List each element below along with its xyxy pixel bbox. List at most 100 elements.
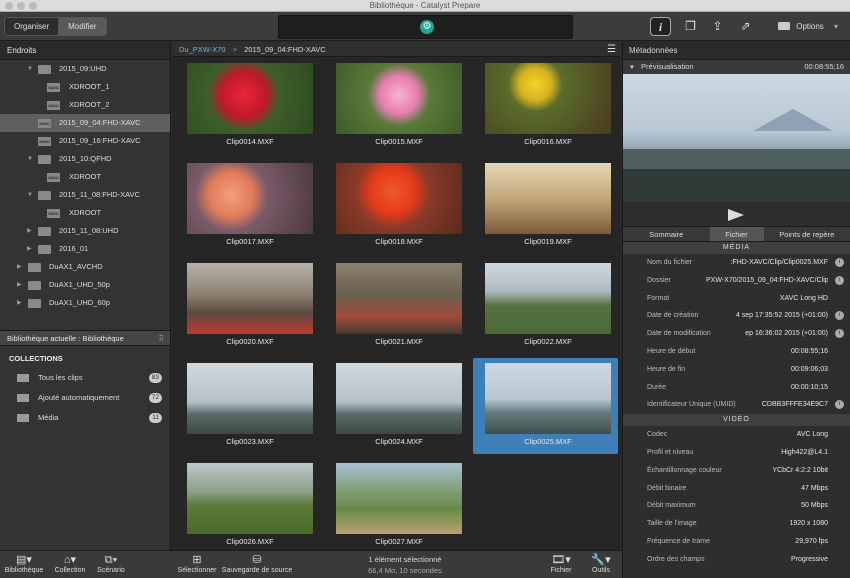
breadcrumb-root[interactable]: Du_PXW-X70 <box>179 45 226 54</box>
tree-item[interactable]: XAVC XDROOT_1 <box>0 78 170 96</box>
metadata-row: Ordre des champs Progressive <box>623 551 850 569</box>
disclosure-closed-icon[interactable]: ▶ <box>27 240 32 258</box>
auto-add-icon <box>17 394 29 402</box>
tree-item[interactable]: XAVC XDROOT_2 <box>0 96 170 114</box>
clip-item[interactable]: Clip0023.MXF <box>175 358 320 454</box>
tools-menu-button[interactable]: 🔧▾ Outils <box>588 553 614 574</box>
info-button[interactable]: i <box>650 17 671 36</box>
bibliotheque-button[interactable]: ▤▾ Bibliothèque <box>2 553 46 574</box>
mode-modifier-button[interactable]: Modifier <box>59 18 106 35</box>
clip-item[interactable]: Clip0021.MXF <box>324 258 469 354</box>
info-icon[interactable]: i <box>835 275 844 285</box>
metadata-key: Durée <box>647 383 667 391</box>
file-menu-button[interactable]: 🎞▾ Fichier <box>546 553 576 574</box>
clip-item[interactable]: Clip0027.MXF <box>324 458 469 554</box>
clip-thumbnail[interactable] <box>485 263 611 334</box>
export-button[interactable]: ⇪ <box>707 17 728 36</box>
grid-icon[interactable]: ⠿ <box>159 331 165 347</box>
tree-item[interactable]: XAVC 2015_09_16:FHD-XAVC <box>0 132 170 150</box>
share-button[interactable]: ⇗ <box>735 17 756 36</box>
toolbar: Organiser Modifier ⚙ i ❐ ⇪ ⇗ Options ▾ <box>0 12 850 41</box>
clip-thumbnail[interactable] <box>336 463 462 534</box>
tree-item[interactable]: ▼ 2015_10:QFHD <box>0 150 170 168</box>
collection-button[interactable]: ⌂▾ Collection <box>50 553 90 574</box>
tree-item-label: XDROOT_1 <box>69 82 110 91</box>
tree-item[interactable]: ▶ 2016_01 <box>0 240 170 258</box>
play-icon[interactable] <box>728 209 744 221</box>
disclosure-open-icon[interactable]: ▼ <box>27 150 33 168</box>
list-view-icon[interactable]: ☰ <box>607 42 616 57</box>
folder-icon <box>28 281 41 290</box>
info-icon[interactable]: i <box>835 400 844 410</box>
info-icon[interactable]: i <box>835 258 844 267</box>
clip-item[interactable]: Clip0018.MXF <box>324 158 469 254</box>
tree-item[interactable]: ▶ DuAX1_AVCHD <box>0 258 170 276</box>
clip-item[interactable]: Clip0020.MXF <box>175 258 320 354</box>
clip-item[interactable]: Clip0019.MXF <box>473 158 618 254</box>
clip-item[interactable]: Clip0025.MXF <box>473 358 618 454</box>
tree-item[interactable]: XAVC XDROOT <box>0 168 170 186</box>
tab-points-de-repere[interactable]: Points de repère <box>764 227 850 241</box>
metadata-tabs: Sommaire Fichier Points de repère <box>623 226 850 242</box>
preview-label: Prévisualisation <box>641 62 694 71</box>
tree-item[interactable]: ▶ 2015_11_08:UHD <box>0 222 170 240</box>
tree-item[interactable]: ▶ DuAX1_UHD_50p <box>0 276 170 294</box>
clip-thumbnail[interactable] <box>485 163 611 234</box>
disclosure-closed-icon[interactable]: ▶ <box>27 222 32 240</box>
disclosure-closed-icon[interactable]: ▶ <box>17 276 22 294</box>
options-menu[interactable]: Options ▾ <box>778 17 838 36</box>
preview-video[interactable] <box>623 74 850 202</box>
clip-item[interactable]: Clip0015.MXF <box>324 58 469 154</box>
tab-sommaire[interactable]: Sommaire <box>623 227 710 241</box>
select-button[interactable]: ⊞ Sélectionner <box>175 553 219 574</box>
tree-item[interactable]: XAVC XDROOT <box>0 204 170 222</box>
info-icon[interactable]: i <box>835 329 844 339</box>
metadata-key: Ordre des champs <box>647 555 705 563</box>
clip-thumbnail[interactable] <box>336 363 462 434</box>
clip-item[interactable]: Clip0026.MXF <box>175 458 320 554</box>
tree-item-label: 2015_11_08:UHD <box>59 226 119 235</box>
collection-item[interactable]: Ajouté automatiquement 72 <box>0 388 170 408</box>
metadata-key: Fréquence de trame <box>647 537 711 545</box>
clip-thumbnail[interactable] <box>485 63 611 134</box>
tree-item[interactable]: ▶ DuAX1_UHD_60p <box>0 294 170 312</box>
mode-organiser-button[interactable]: Organiser <box>5 18 60 35</box>
disclosure-closed-icon[interactable]: ▶ <box>17 258 22 276</box>
metadata-row: Format XAVC Long HD <box>623 290 850 308</box>
clip-thumbnail[interactable] <box>336 263 462 334</box>
clip-thumbnail[interactable] <box>187 363 313 434</box>
preview-header[interactable]: ▼ Prévisualisation 00:08:55;16 <box>623 60 850 74</box>
clip-thumbnail[interactable] <box>187 163 313 234</box>
tree-item[interactable]: ▼ 2015_09:UHD <box>0 60 170 78</box>
clip-item[interactable]: Clip0014.MXF <box>175 58 320 154</box>
clip-item[interactable]: Clip0022.MXF <box>473 258 618 354</box>
gear-icon[interactable]: ⚙ <box>420 20 434 34</box>
collection-item[interactable]: Média 11 <box>0 408 170 428</box>
breadcrumb: Du_PXW-X70 > 2015_09_04:FHD-XAVC ☰ <box>172 42 621 57</box>
clip-thumbnail[interactable] <box>336 163 462 234</box>
info-icon[interactable]: i <box>835 311 844 321</box>
source-backup-button[interactable]: ⛁ Sauvegarde de source <box>221 553 293 574</box>
disclosure-open-icon[interactable]: ▼ <box>27 60 33 78</box>
breadcrumb-current: 2015_09_04:FHD-XAVC <box>244 45 326 54</box>
share-icon: ⇗ <box>740 19 751 33</box>
clip-thumbnail[interactable] <box>485 363 611 434</box>
clip-thumbnail[interactable] <box>187 463 313 534</box>
scenario-button[interactable]: ⧉▾ Scénario <box>92 553 130 574</box>
clip-item[interactable]: Clip0017.MXF <box>175 158 320 254</box>
clip-thumbnail[interactable] <box>336 63 462 134</box>
tab-fichier[interactable]: Fichier <box>709 227 764 241</box>
tree-item[interactable]: XAVC 2015_09_04:FHD-XAVC <box>0 114 170 132</box>
clip-item[interactable]: Clip0016.MXF <box>473 58 618 154</box>
clip-item[interactable]: Clip0024.MXF <box>324 358 469 454</box>
tree-item[interactable]: ▼ 2015_11_08:FHD-XAVC <box>0 186 170 204</box>
mode-switch: Organiser Modifier <box>4 17 107 36</box>
tree-item-label: XDROOT <box>69 208 102 217</box>
copy-clips-button[interactable]: ❐ <box>680 17 701 36</box>
disclosure-open-icon[interactable]: ▼ <box>27 186 33 204</box>
clip-thumbnail[interactable] <box>187 63 313 134</box>
collection-item[interactable]: Tous les clips 83 <box>0 368 170 388</box>
disclosure-closed-icon[interactable]: ▶ <box>17 294 22 312</box>
metadata-row: Durée 00:00:10;15 <box>623 379 850 397</box>
clip-thumbnail[interactable] <box>187 263 313 334</box>
